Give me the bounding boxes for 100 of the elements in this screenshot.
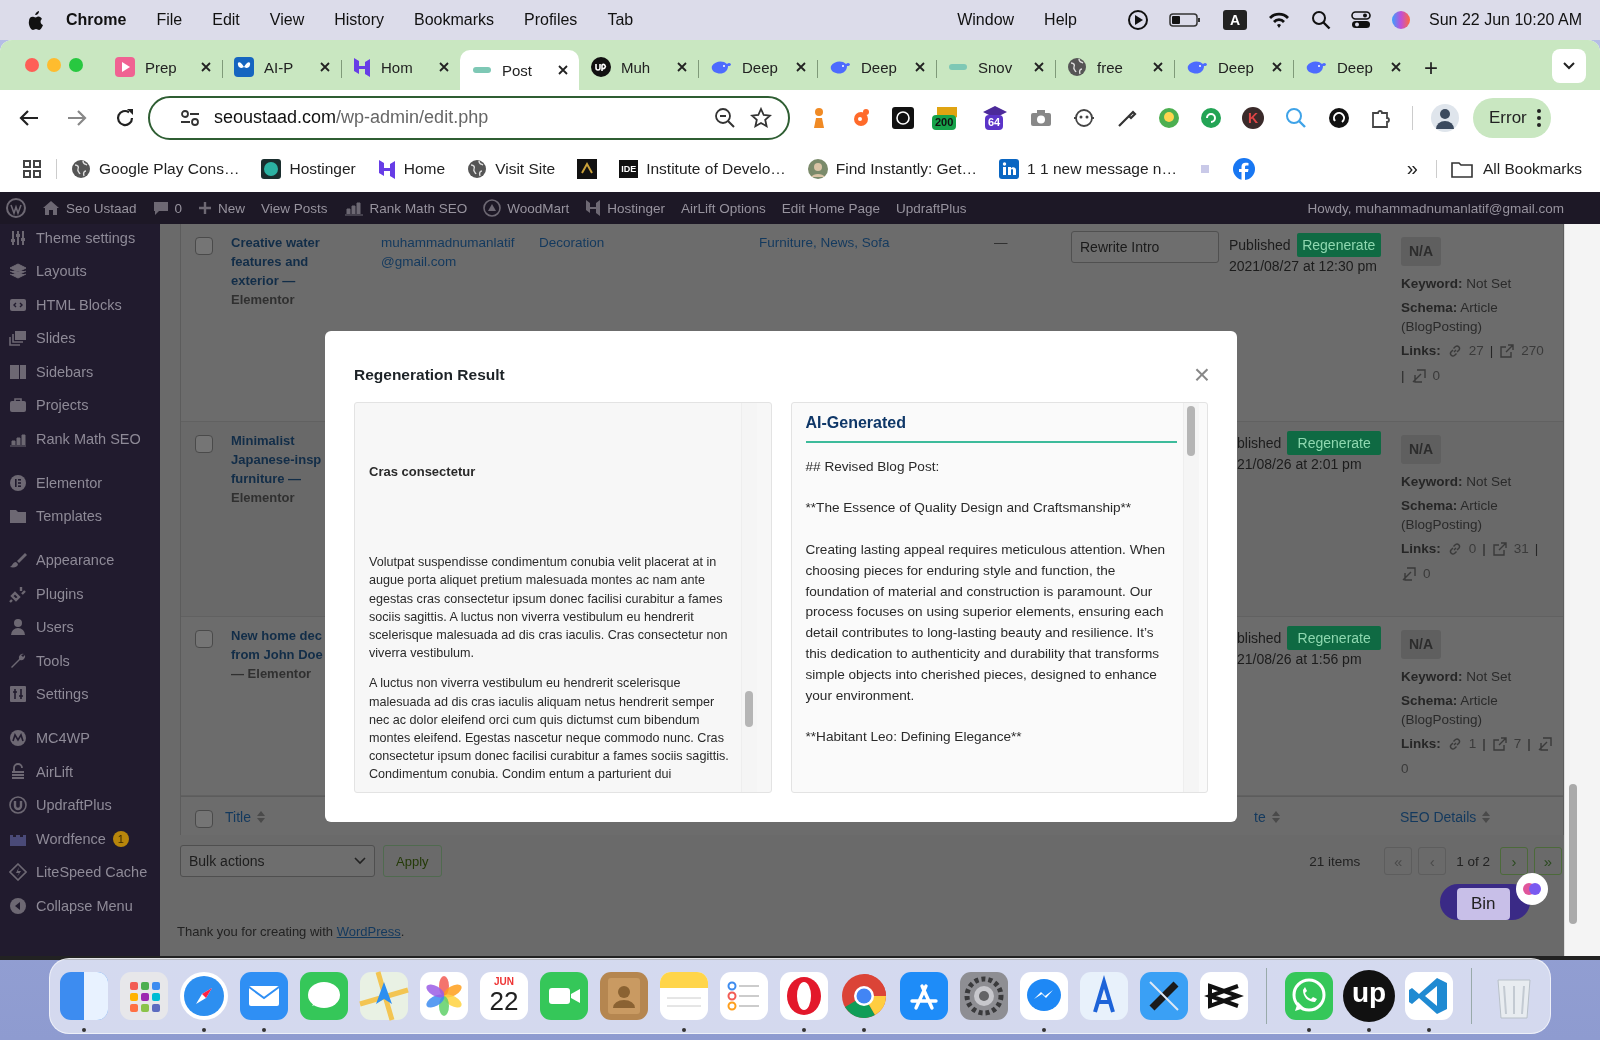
menu-item[interactable]: File: [156, 11, 183, 29]
menu-item[interactable]: Tab: [607, 11, 634, 29]
bookmark[interactable]: Visit Site: [467, 158, 556, 179]
sidebar-menu-item[interactable]: Collapse Menu: [0, 889, 160, 923]
admin-bar-item[interactable]: New: [198, 200, 246, 216]
magnifier-icon[interactable]: [1284, 105, 1308, 130]
search-icon[interactable]: [1311, 10, 1331, 30]
sidebar-menu-item[interactable]: Templates: [0, 499, 160, 533]
admin-bar-item[interactable]: View Posts: [261, 200, 328, 216]
toggles-icon[interactable]: [1351, 10, 1371, 30]
tab-search-button[interactable]: [1552, 49, 1586, 83]
menu-bar-clock[interactable]: Sun 22 Jun 10:20 AM: [1429, 11, 1582, 29]
sidebar-menu-item[interactable]: UpdraftPlus: [0, 788, 160, 822]
close-icon[interactable]: [319, 61, 331, 73]
admin-bar-item[interactable]: UpdraftPlus: [896, 200, 967, 216]
sidebar-menu-item[interactable]: Layouts: [0, 254, 160, 288]
close-icon[interactable]: [795, 61, 807, 73]
admin-bar-item[interactable]: Hostinger: [585, 199, 665, 217]
input-source-indicator[interactable]: A: [1223, 10, 1247, 30]
site-settings-icon[interactable]: [180, 108, 200, 127]
close-window-icon[interactable]: [25, 58, 39, 72]
sidebar-menu-item[interactable]: Theme settings: [0, 224, 160, 255]
profile-avatar[interactable]: [1431, 103, 1459, 132]
extension-button[interactable]: 64: [982, 104, 1010, 131]
ai-action-dropdown[interactable]: Rewrite Intro: [1071, 231, 1219, 263]
wordpress-logo-icon[interactable]: [6, 198, 26, 218]
row-checkbox[interactable]: [195, 630, 213, 648]
all-bookmarks-button[interactable]: All Bookmarks: [1435, 159, 1582, 178]
apps-grid-icon[interactable]: [22, 158, 42, 179]
close-icon[interactable]: [676, 61, 688, 73]
sidebar-menu-item[interactable]: AirLift: [0, 755, 160, 789]
browser-tab[interactable]: Prep: [103, 50, 222, 90]
admin-bar-item[interactable]: Seo Ustaad: [42, 200, 137, 216]
browser-tab[interactable]: Deep: [1174, 50, 1293, 90]
apple-icon[interactable]: [26, 9, 44, 31]
browser-tab[interactable]: Muh: [579, 50, 698, 90]
sidebar-menu-item[interactable]: Appearance: [0, 543, 160, 577]
extension-button[interactable]: 200: [934, 104, 962, 131]
browser-tab[interactable]: Deep: [1293, 50, 1412, 90]
browser-tab[interactable]: Hom: [341, 50, 460, 90]
sidebar-menu-item[interactable]: Slides: [0, 321, 160, 355]
admin-bar-item[interactable]: AirLift Options: [680, 200, 766, 216]
reload-icon[interactable]: [114, 106, 136, 129]
admin-bar-item[interactable]: 0: [152, 200, 183, 216]
error-button[interactable]: Error: [1473, 97, 1551, 138]
forward-icon[interactable]: [66, 107, 88, 128]
chevron-down-icon[interactable]: [1562, 61, 1576, 71]
regenerate-button[interactable]: Regenerate: [1287, 431, 1381, 455]
bookmark[interactable]: IDE Institute of Develo…: [619, 159, 786, 178]
app-menu[interactable]: Chrome: [66, 11, 127, 29]
account-greeting[interactable]: Howdy, muhammadnumanlatif@gmail.com: [1307, 200, 1564, 216]
sidebar-menu-item[interactable]: HTML Blocks: [0, 288, 160, 322]
sidebar-menu-item[interactable]: Settings: [0, 677, 160, 711]
menu-item[interactable]: History: [334, 11, 384, 29]
scrollbar-thumb[interactable]: [1569, 784, 1577, 924]
robot-icon[interactable]: [1072, 106, 1096, 129]
sidebar-menu-item[interactable]: Tools: [0, 644, 160, 678]
menu-item[interactable]: Help: [1044, 11, 1077, 29]
close-icon[interactable]: [438, 61, 450, 73]
menu-item[interactable]: Bookmarks: [414, 11, 494, 29]
upwork-app-icon[interactable]: up: [1343, 970, 1395, 1022]
sidebar-menu-item[interactable]: Projects: [0, 388, 160, 422]
sidebar-menu-item[interactable]: LiteSpeed Cache: [0, 855, 160, 889]
browser-tab[interactable]: Post: [460, 50, 579, 90]
browser-tab[interactable]: Snov: [936, 50, 1055, 90]
sidebar-menu-item[interactable]: Plugins: [0, 577, 160, 611]
play-icon[interactable]: [1127, 9, 1149, 31]
lightbulb-icon[interactable]: [1158, 106, 1180, 129]
sidebar-menu-item[interactable]: Users: [0, 610, 160, 644]
battery-icon[interactable]: [1169, 12, 1201, 28]
address-bar[interactable]: seoustaad.com/wp-admin/edit.php: [148, 95, 790, 140]
bookmark[interactable]: 1 1 new message n…: [999, 158, 1177, 179]
close-icon[interactable]: [557, 64, 569, 76]
close-icon[interactable]: [200, 61, 212, 73]
app-icon[interactable]: [1138, 970, 1190, 1022]
facebook-icon[interactable]: [1232, 157, 1255, 180]
calendar-app-icon[interactable]: JUN 22: [480, 972, 528, 1020]
scrollbar-thumb[interactable]: [744, 691, 753, 727]
browser-tab[interactable]: Deep: [698, 50, 817, 90]
close-icon[interactable]: [1152, 61, 1164, 73]
sidebar-menu-item[interactable]: Elementor: [0, 466, 160, 500]
menu-item[interactable]: View: [269, 11, 305, 29]
sidebar-menu-item[interactable]: MC4WP: [0, 721, 160, 755]
app-icon[interactable]: [958, 970, 1010, 1022]
camera-icon[interactable]: [1030, 107, 1052, 128]
close-icon[interactable]: [914, 61, 926, 73]
sidebar-menu-item[interactable]: Wordfence 1: [0, 822, 160, 856]
more-bookmarks-button[interactable]: »: [1406, 157, 1418, 180]
bookmark[interactable]: Hostinger: [261, 158, 356, 179]
row-checkbox[interactable]: [195, 435, 213, 453]
menu-item[interactable]: Edit: [212, 11, 240, 29]
refresh-badge-icon[interactable]: [1200, 106, 1222, 129]
browser-tab[interactable]: free: [1055, 50, 1174, 90]
sidebar-menu-item[interactable]: Rank Math SEO: [0, 422, 160, 456]
new-tab-button[interactable]: +: [1424, 54, 1438, 82]
bookmark[interactable]: Find Instantly: Get…: [807, 158, 978, 179]
app-icon[interactable]: [1198, 970, 1250, 1022]
close-icon[interactable]: [1271, 61, 1283, 73]
close-button[interactable]: ×: [1193, 361, 1210, 389]
bookmark[interactable]: Home: [377, 158, 446, 179]
